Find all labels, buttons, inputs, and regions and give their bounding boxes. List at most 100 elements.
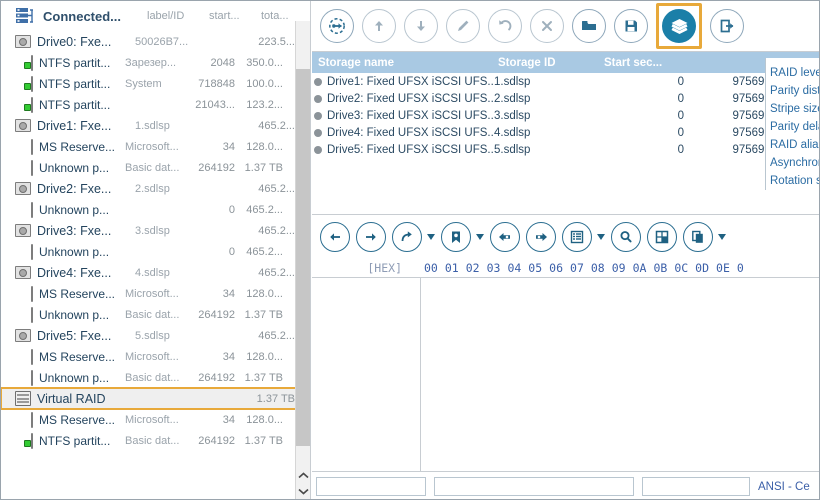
tree-row[interactable]: Drive4: Fxe...4.sdlsp465.2... bbox=[1, 262, 310, 283]
tree-row-name: Drive5: Fxe... bbox=[37, 329, 133, 343]
storage-table-body: Drive1: Fixed UFSX iSCSI UFS...1.sdlsp09… bbox=[312, 73, 820, 158]
hex-button-search[interactable] bbox=[611, 222, 641, 252]
tree-row-name: Unknown p... bbox=[39, 245, 123, 259]
column-storage-name[interactable]: Storage name bbox=[312, 57, 492, 69]
raid-property-label[interactable]: Stripe size bbox=[766, 100, 820, 118]
tree-row[interactable]: MS Reserve...Microsoft...34128.0... bbox=[1, 346, 310, 367]
storage-row-start-sector: 0 bbox=[600, 127, 690, 139]
toolbar-button-undo[interactable] bbox=[488, 9, 522, 43]
toolbar-button-move-down[interactable] bbox=[404, 9, 438, 43]
partition-green-icon bbox=[31, 98, 33, 112]
status-field-1[interactable] bbox=[316, 477, 426, 496]
tree-row-selected[interactable]: Virtual RAID1.37 TB bbox=[1, 388, 310, 409]
hex-button-list-view[interactable] bbox=[562, 222, 592, 252]
partition-icon bbox=[31, 371, 33, 385]
tree-row[interactable]: Drive0: Fxe...50026B7...223.5... bbox=[1, 31, 310, 52]
raid-property-label[interactable]: RAID alias bbox=[766, 136, 820, 154]
tree-row-name: Drive3: Fxe... bbox=[37, 224, 133, 238]
hex-goto-dropdown-caret[interactable] bbox=[427, 234, 435, 240]
tree-row[interactable]: Drive1: Fxe...1.sdlsp465.2... bbox=[1, 115, 310, 136]
tree-row[interactable]: MS Reserve...Microsoft...34128.0... bbox=[1, 136, 310, 157]
scroll-up-icon[interactable] bbox=[296, 467, 311, 483]
raid-property-label[interactable]: Rotation s bbox=[766, 172, 820, 190]
raid-property-label[interactable]: Parity dela bbox=[766, 118, 820, 136]
hex-mode-label: [HEX] bbox=[312, 261, 408, 275]
hex-bookmark-dropdown-caret[interactable] bbox=[476, 234, 484, 240]
tree-row-name: MS Reserve... bbox=[39, 350, 123, 364]
raid-builder-panel: Storage name Storage ID Start sec... Dri… bbox=[312, 1, 820, 500]
tree-row[interactable]: Unknown p...0465.2... bbox=[1, 199, 310, 220]
sidebar-scrollbar[interactable] bbox=[295, 21, 310, 500]
tree-row[interactable]: NTFS partit...21043...123.2... bbox=[1, 94, 310, 115]
tree-row-total: 1.37 TB bbox=[235, 435, 295, 447]
storage-row-id: 4.sdlsp bbox=[494, 127, 600, 139]
hex-button-goto[interactable] bbox=[392, 222, 422, 252]
hex-offset-col: 01 bbox=[445, 261, 459, 275]
tree-row[interactable]: Drive3: Fxe...3.sdlsp465.2... bbox=[1, 220, 310, 241]
tree-row-label: Basic dat... bbox=[125, 372, 185, 384]
toolbar-button-connect-drives[interactable] bbox=[320, 9, 354, 43]
tree-row[interactable]: NTFS partit...Basic dat...2641921.37 TB bbox=[1, 430, 310, 451]
tree-row-label: 5.sdlsp bbox=[135, 330, 197, 342]
column-start-sector[interactable]: Start sec... bbox=[598, 57, 694, 69]
tree-row[interactable]: Drive5: Fxe...5.sdlsp465.2... bbox=[1, 325, 310, 346]
search-icon bbox=[618, 229, 634, 245]
toolbar-button-exit[interactable] bbox=[710, 9, 744, 43]
hex-button-jump-next[interactable] bbox=[526, 222, 556, 252]
tree-row-start: 0 bbox=[185, 246, 235, 258]
scrollbar-thumb[interactable] bbox=[296, 69, 311, 446]
status-field-3[interactable] bbox=[642, 477, 750, 496]
hex-offset-col: 0 bbox=[737, 261, 744, 275]
toolbar-button-edit[interactable] bbox=[446, 9, 480, 43]
tree-row-name: Drive4: Fxe... bbox=[37, 266, 133, 280]
status-field-2[interactable] bbox=[434, 477, 634, 496]
partition-icon bbox=[31, 203, 33, 217]
tree-row[interactable]: Unknown p...0465.2... bbox=[1, 241, 310, 262]
tree-row[interactable]: NTFS partit...Зарезер...2048350.0... bbox=[1, 52, 310, 73]
hex-button-bookmark[interactable] bbox=[441, 222, 471, 252]
hex-button-back[interactable] bbox=[320, 222, 350, 252]
toolbar-button-save[interactable] bbox=[614, 9, 648, 43]
tree-row-start: 2048 bbox=[185, 57, 235, 69]
hex-button-table-grid[interactable] bbox=[647, 222, 677, 252]
tree-row[interactable]: Unknown p...Basic dat...2641921.37 TB bbox=[1, 304, 310, 325]
raid-property-label[interactable]: Asynchror bbox=[766, 154, 820, 172]
storage-row-start-sector: 0 bbox=[600, 76, 690, 88]
hex-list-dropdown-caret[interactable] bbox=[597, 234, 605, 240]
tree-row[interactable]: NTFS partit...System718848100.0... bbox=[1, 73, 310, 94]
tree-row[interactable]: MS Reserve...Microsoft...34128.0... bbox=[1, 283, 310, 304]
storage-table-header: Storage name Storage ID Start sec... bbox=[312, 52, 820, 73]
toolbar-button-build-raid[interactable] bbox=[656, 3, 702, 49]
storage-status-dot-icon bbox=[314, 95, 322, 103]
tree-row-name: NTFS partit... bbox=[39, 56, 123, 70]
tree-row-total: 350.0... bbox=[235, 57, 295, 69]
encoding-label[interactable]: ANSI - Ce bbox=[758, 481, 814, 493]
storage-row[interactable]: Drive5: Fixed UFSX iSCSI UFS...5.sdlsp09… bbox=[312, 141, 820, 158]
hex-content-area[interactable] bbox=[312, 277, 820, 477]
toolbar-button-move-up[interactable] bbox=[362, 9, 396, 43]
tree-row[interactable]: Unknown p...Basic dat...2641921.37 TB bbox=[1, 367, 310, 388]
storage-status-dot-icon bbox=[314, 112, 322, 120]
storage-row[interactable]: Drive2: Fixed UFSX iSCSI UFS...2.sdlsp09… bbox=[312, 90, 820, 107]
scroll-down-icon[interactable] bbox=[296, 483, 311, 499]
tree-row-name: Drive1: Fxe... bbox=[37, 119, 133, 133]
hex-button-copy[interactable] bbox=[683, 222, 713, 252]
hex-button-jump-prev[interactable] bbox=[490, 222, 520, 252]
hex-button-forward[interactable] bbox=[356, 222, 386, 252]
toolbar-button-open[interactable] bbox=[572, 9, 606, 43]
storage-row[interactable]: Drive3: Fixed UFSX iSCSI UFS...3.sdlsp09… bbox=[312, 107, 820, 124]
tree-row[interactable]: Drive2: Fxe...2.sdlsp465.2... bbox=[1, 178, 310, 199]
raid-property-label[interactable]: RAID leve bbox=[766, 64, 820, 82]
storage-row[interactable]: Drive4: Fixed UFSX iSCSI UFS...4.sdlsp09… bbox=[312, 124, 820, 141]
column-storage-id[interactable]: Storage ID bbox=[492, 57, 598, 69]
tree-row-name: MS Reserve... bbox=[39, 287, 123, 301]
tree-row[interactable]: Unknown p...Basic dat...2641921.37 TB bbox=[1, 157, 310, 178]
hex-offset-col: 03 bbox=[487, 261, 501, 275]
move-up-icon bbox=[370, 17, 388, 35]
tree-row-start: 34 bbox=[185, 288, 235, 300]
toolbar-button-remove[interactable] bbox=[530, 9, 564, 43]
hex-copy-dropdown-caret[interactable] bbox=[718, 234, 726, 240]
tree-row[interactable]: MS Reserve...Microsoft...34128.0... bbox=[1, 409, 310, 430]
storage-row[interactable]: Drive1: Fixed UFSX iSCSI UFS...1.sdlsp09… bbox=[312, 73, 820, 90]
raid-property-label[interactable]: Parity dist bbox=[766, 82, 820, 100]
